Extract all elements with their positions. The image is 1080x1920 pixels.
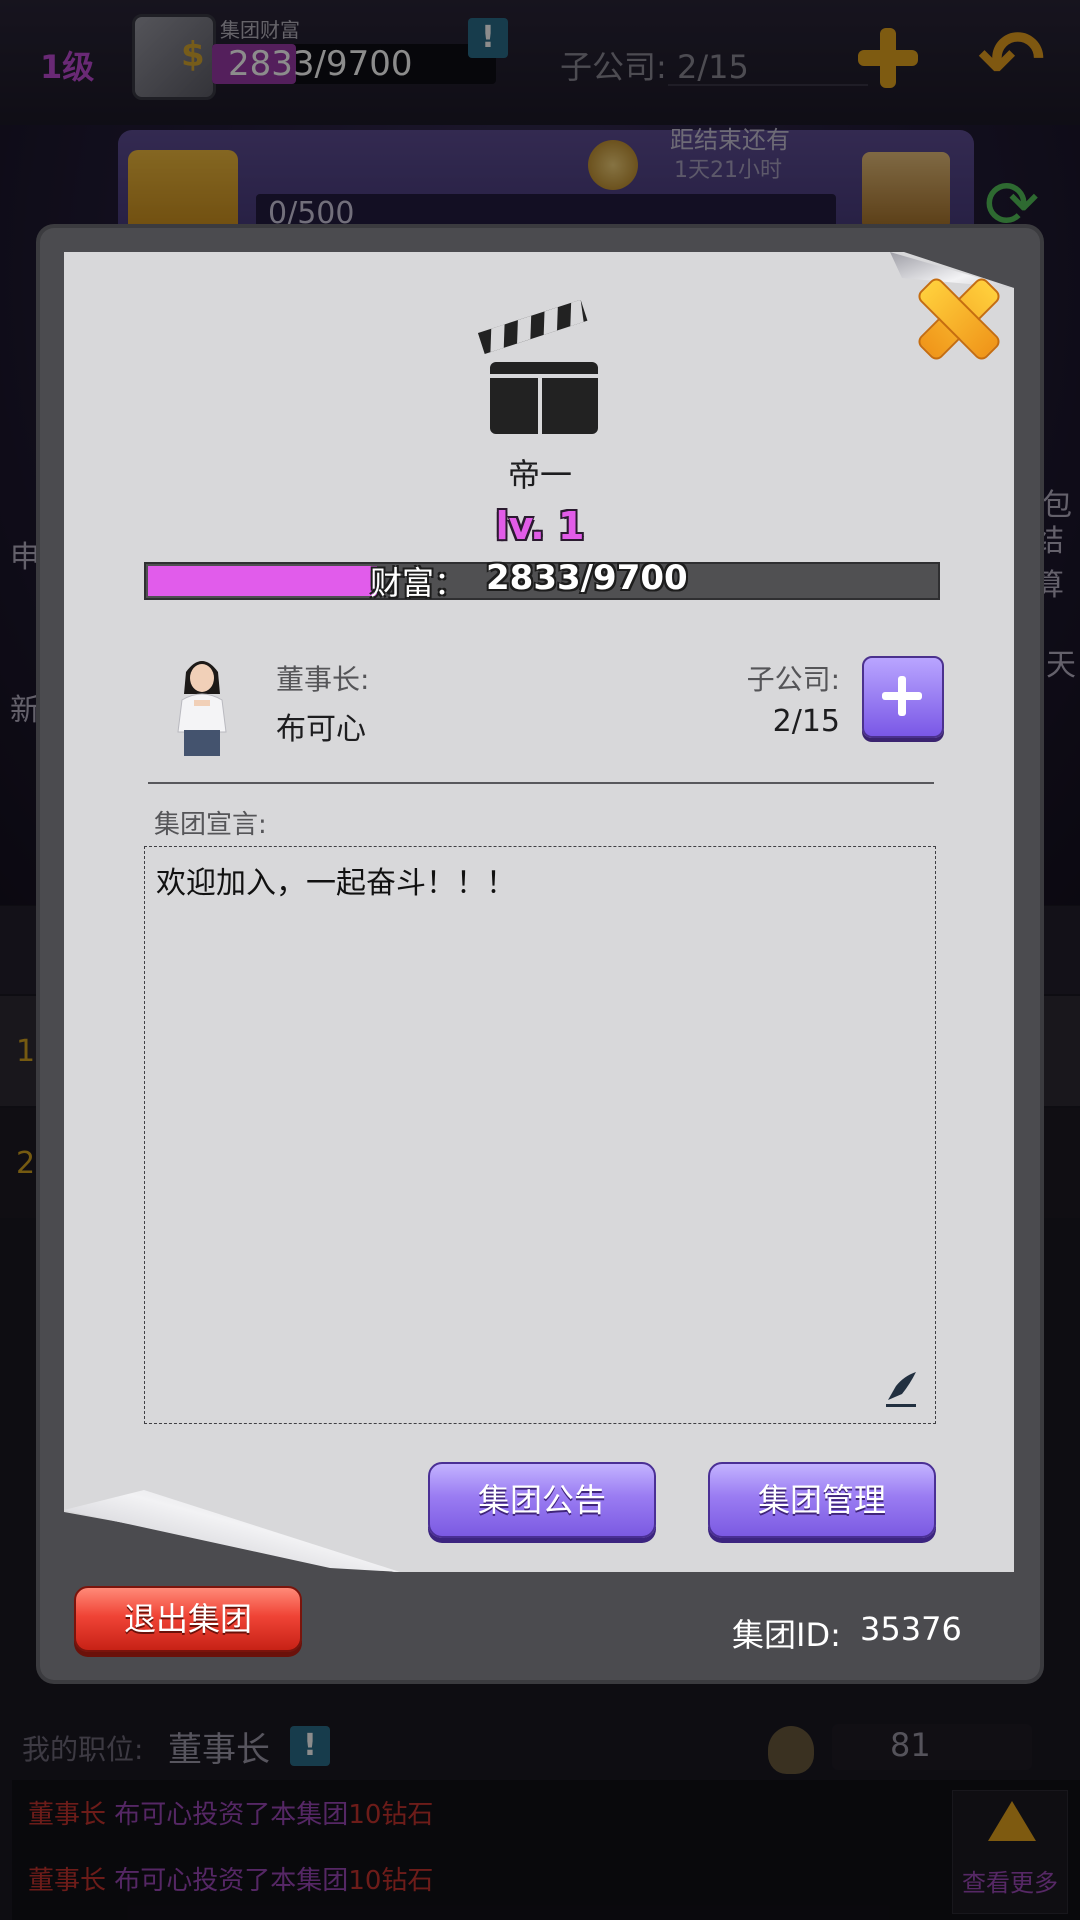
group-id-value: 35376 [860,1610,962,1648]
subsidiary-value: 2/15 [772,704,840,739]
group-management-button[interactable]: 集团管理 [708,1462,936,1538]
group-name: 帝一 [507,456,572,494]
chairman-label: 董事长: [276,663,370,696]
quit-group-button[interactable]: 退出集团 [74,1586,302,1652]
chairman-avatar[interactable] [172,654,232,758]
divider [148,782,934,784]
add-subsidiary-button[interactable] [862,656,944,738]
declaration-text: 欢迎加入，一起奋斗！！！ [156,866,516,901]
declaration-box[interactable] [144,846,936,1424]
declaration-label: 集团宣言: [154,810,267,840]
group-announcement-button[interactable]: 集团公告 [428,1462,656,1538]
wealth-label: 财富： [370,564,467,602]
subsidiary-label: 子公司: [746,663,840,696]
chairman-name: 布可心 [276,712,366,747]
wealth-progress-fill [148,566,377,596]
close-icon[interactable] [916,276,998,358]
group-id-label: 集团ID: [732,1616,841,1654]
edit-pen-icon[interactable] [884,1370,918,1410]
wealth-value: 2833/9700 [486,558,688,598]
clapperboard-icon [478,300,598,434]
group-level: lv. 1 [495,504,585,548]
